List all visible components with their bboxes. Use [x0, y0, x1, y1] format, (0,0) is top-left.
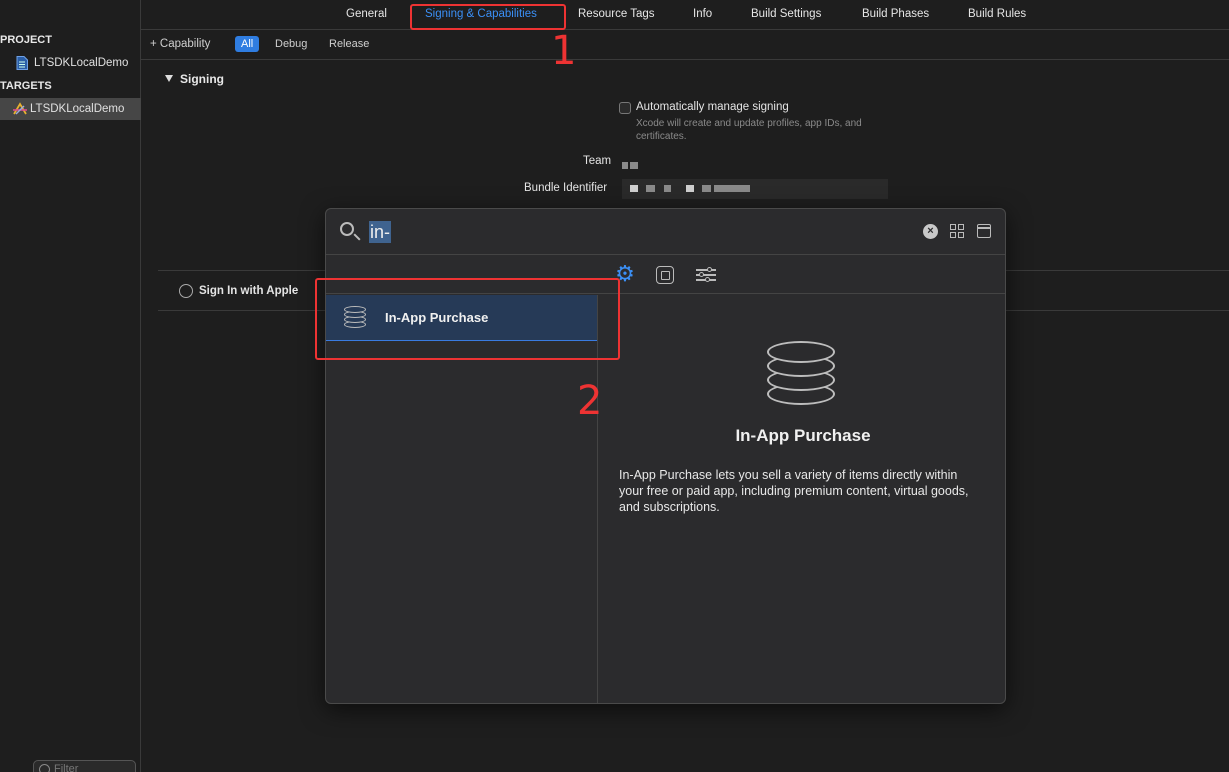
- disclosure-triangle-icon: [165, 75, 173, 82]
- auto-manage-signing-checkbox[interactable]: [619, 102, 631, 114]
- annotation-number-1: 1: [551, 28, 577, 74]
- filter-icon: [39, 764, 50, 772]
- sidebar-item-project[interactable]: LTSDKLocalDemo: [0, 52, 141, 74]
- capability-toolbar: + Capability All Debug Release: [141, 30, 1229, 60]
- signing-section-header[interactable]: Signing: [165, 72, 224, 86]
- tab-build-rules[interactable]: Build Rules: [968, 8, 1026, 20]
- targets-section-header: TARGETS: [0, 80, 52, 92]
- auto-manage-signing-label: Automatically manage signing: [636, 101, 789, 113]
- navigator-sidebar: PROJECT LTSDKLocalDemo TARGETS LTSDKLoca…: [0, 0, 141, 772]
- team-label: Team: [583, 155, 612, 167]
- bundle-identifier-field[interactable]: [622, 179, 888, 199]
- detail-description: In-App Purchase lets you sell a variety …: [619, 468, 969, 514]
- grid-view-icon[interactable]: [950, 224, 964, 238]
- tab-build-settings[interactable]: Build Settings: [751, 8, 821, 20]
- sidebar-item-label: LTSDKLocalDemo: [34, 57, 129, 69]
- tab-general[interactable]: General: [346, 8, 387, 20]
- annotation-box-2: [315, 278, 620, 360]
- clear-search-icon[interactable]: ×: [923, 224, 938, 239]
- config-debug[interactable]: Debug: [269, 36, 313, 52]
- sidebar-item-label: LTSDKLocalDemo: [30, 103, 125, 115]
- sliders-icon[interactable]: [696, 267, 716, 283]
- project-file-icon: [16, 56, 30, 70]
- tab-info[interactable]: Info: [693, 8, 712, 20]
- auto-manage-help-text: Xcode will create and update profiles, a…: [636, 118, 862, 142]
- sign-in-with-apple-section[interactable]: Sign In with Apple: [179, 284, 298, 298]
- sign-in-with-apple-label: Sign In with Apple: [199, 285, 299, 297]
- object-square-icon[interactable]: [656, 266, 674, 284]
- filter-input[interactable]: Filter: [33, 760, 136, 772]
- project-section-header: PROJECT: [0, 34, 52, 46]
- add-capability-button[interactable]: + Capability: [150, 38, 210, 50]
- sidebar-item-target[interactable]: LTSDKLocalDemo: [0, 98, 141, 120]
- search-icon: [340, 222, 354, 236]
- signing-heading: Signing: [180, 72, 224, 86]
- annotation-number-2: 2: [577, 378, 603, 424]
- app-target-icon: [12, 102, 27, 116]
- tab-build-phases[interactable]: Build Phases: [862, 8, 929, 20]
- capability-detail-pane: In-App Purchase In-App Purchase lets you…: [599, 295, 1005, 703]
- bundle-identifier-label: Bundle Identifier: [524, 182, 608, 194]
- config-all[interactable]: All: [235, 36, 260, 52]
- editor-tab-bar: General Signing & Capabilities Resource …: [141, 0, 1229, 30]
- tab-resource-tags[interactable]: Resource Tags: [578, 8, 655, 20]
- config-release[interactable]: Release: [323, 36, 375, 52]
- filter-placeholder: Filter: [54, 763, 79, 772]
- annotation-box-1: [410, 4, 566, 30]
- detail-view-icon[interactable]: [977, 224, 991, 238]
- coins-icon: [767, 339, 839, 405]
- search-input[interactable]: in-: [369, 221, 392, 243]
- detail-title: In-App Purchase: [735, 426, 871, 445]
- person-icon: [179, 284, 193, 298]
- library-search-bar: in- ×: [326, 209, 1005, 255]
